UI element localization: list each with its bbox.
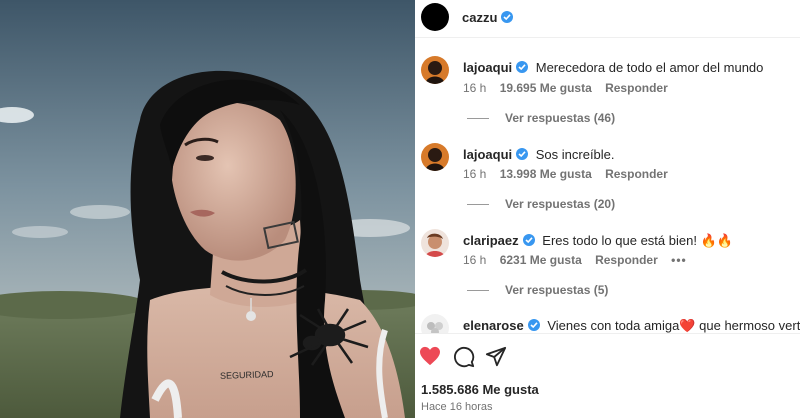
author-avatar[interactable] <box>421 3 449 31</box>
view-replies-label[interactable]: Ver respuestas (46) <box>505 111 615 125</box>
view-replies-label[interactable]: Ver respuestas (20) <box>505 197 615 211</box>
post-photo[interactable]: SEGURIDAD <box>0 0 415 418</box>
post-header: cazzu <box>415 0 800 38</box>
verified-badge-icon <box>516 61 529 73</box>
comment-meta: 16 h 13.998 Me gusta Responder <box>463 167 678 181</box>
verified-badge-icon <box>516 148 529 160</box>
likes-count[interactable]: 1.585.686 Me gusta <box>421 382 539 397</box>
reply-button[interactable]: Responder <box>595 253 658 267</box>
comment-meta: 16 h 6231 Me gusta Responder ••• <box>463 253 697 267</box>
comments-panel: cazzu lajoaqui Merecedora de todo el amo… <box>415 0 800 419</box>
portrait-image: SEGURIDAD <box>0 0 415 418</box>
view-replies-button[interactable]: Ver respuestas (20) <box>467 197 615 211</box>
comment-time: 16 h <box>463 81 487 95</box>
comment-username[interactable]: lajoaqui <box>463 60 512 75</box>
heart-icon[interactable] <box>419 346 441 371</box>
post-viewer: SEGURIDAD cazzu lajoaqui Merecedora de t… <box>0 0 800 419</box>
replies-divider <box>467 290 489 292</box>
comment-body: Merecedora de todo el amor del mundo <box>535 60 764 75</box>
view-replies-button[interactable]: Ver respuestas (5) <box>467 283 608 297</box>
more-options-icon[interactable]: ••• <box>671 253 687 267</box>
verified-badge-icon <box>522 234 535 246</box>
comment-username[interactable]: lajoaqui <box>463 147 512 162</box>
author-username[interactable]: cazzu <box>462 10 514 25</box>
post-timestamp: Hace 16 horas <box>421 401 493 413</box>
verified-badge-icon <box>501 11 514 23</box>
comment-text-line: lajoaqui Merecedora de todo el amor del … <box>463 60 763 75</box>
comment-username[interactable]: elenarose <box>463 318 524 333</box>
author-username-text[interactable]: cazzu <box>462 10 497 25</box>
replies-divider <box>467 118 489 120</box>
comment-body: Vienes con toda amiga❤️ que hermoso vert… <box>547 318 800 333</box>
chest-tattoo-text: SEGURIDAD <box>220 369 274 381</box>
comment-text-line: lajoaqui Sos increíble. <box>463 147 615 162</box>
view-replies-label[interactable]: Ver respuestas (5) <box>505 283 608 297</box>
comment-body: Eres todo lo que está bien! 🔥🔥 <box>542 233 733 248</box>
comment-time: 16 h <box>463 253 487 267</box>
post-actions: 1.585.686 Me gusta Hace 16 horas <box>415 333 800 419</box>
comment-likes[interactable]: 13.998 Me gusta <box>500 167 592 181</box>
reply-button[interactable]: Responder <box>605 167 668 181</box>
comment-bubble-icon[interactable] <box>453 346 475 373</box>
verified-badge-icon <box>527 319 540 331</box>
comment-text-line: elenarose Vienes con toda amiga❤️ que he… <box>463 318 800 334</box>
reply-button[interactable]: Responder <box>605 81 668 95</box>
comment-likes[interactable]: 19.695 Me gusta <box>500 81 592 95</box>
replies-divider <box>467 204 489 206</box>
share-paper-plane-icon[interactable] <box>485 346 507 373</box>
comment-meta: 16 h 19.695 Me gusta Responder <box>463 81 678 95</box>
comment-likes[interactable]: 6231 Me gusta <box>500 253 582 267</box>
commenter-avatar[interactable] <box>421 56 449 84</box>
comment-time: 16 h <box>463 167 487 181</box>
comment-username[interactable]: claripaez <box>463 233 519 248</box>
comment-text-line: claripaez Eres todo lo que está bien! 🔥🔥 <box>463 233 733 249</box>
commenter-avatar[interactable] <box>421 229 449 257</box>
comment-body: Sos increíble. <box>535 147 615 162</box>
view-replies-button[interactable]: Ver respuestas (46) <box>467 111 615 125</box>
commenter-avatar[interactable] <box>421 143 449 171</box>
